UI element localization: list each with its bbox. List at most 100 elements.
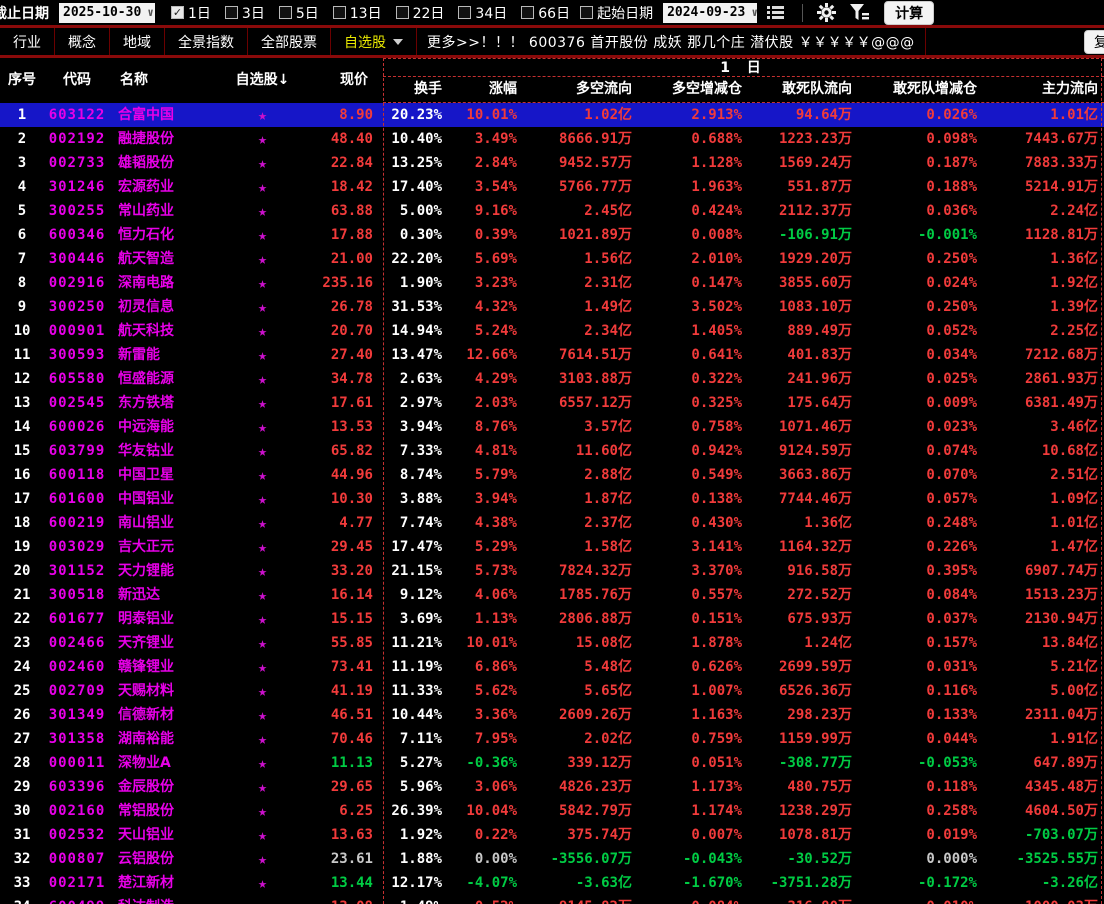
calculate-button[interactable]: 计算	[884, 0, 935, 25]
table-row[interactable]: 9 300250 初灵信息 ★ 26.78 31.53% 4.32% 1.49亿…	[0, 295, 1104, 319]
col-header-name[interactable]: 名称	[110, 58, 215, 103]
table-row[interactable]: 2 002192 融捷股份 ★ 48.40 10.40% 3.49% 8666.…	[0, 127, 1104, 151]
category-tab[interactable]: 全部股票	[248, 28, 331, 55]
watchlist-star-icon[interactable]: ★	[215, 103, 310, 127]
col-header-code[interactable]: 代码	[44, 58, 110, 103]
end-date-select[interactable]: 2025-10-30 ∨	[59, 2, 155, 23]
watchlist-star-icon[interactable]: ★	[215, 799, 310, 823]
watchlist-star-icon[interactable]: ★	[215, 439, 310, 463]
start-date-select[interactable]: 2024-09-23 ∨	[663, 2, 758, 23]
table-row[interactable]: 26 301349 信德新材 ★ 46.51 10.44% 3.36% 2609…	[0, 703, 1104, 727]
watchlist-star-icon[interactable]: ★	[215, 319, 310, 343]
col-header-turnover[interactable]: 换手	[383, 77, 448, 102]
watchlist-star-icon[interactable]: ★	[215, 559, 310, 583]
col-header-change[interactable]: 涨幅	[448, 77, 523, 102]
watchlist-star-icon[interactable]: ★	[215, 175, 310, 199]
col-header-daredevil-flow[interactable]: 敢死队流向	[748, 77, 858, 102]
table-row[interactable]: 16 600118 中国卫星 ★ 44.96 8.74% 5.79% 2.88亿…	[0, 463, 1104, 487]
col-header-daredevil-position-change[interactable]: 敢死队增减仓	[858, 77, 983, 102]
watchlist-star-icon[interactable]: ★	[215, 631, 310, 655]
clipped-right-button[interactable]: 复	[1084, 30, 1104, 54]
category-tab[interactable]: 地域	[110, 28, 165, 55]
table-row[interactable]: 22 601677 明泰铝业 ★ 15.15 3.69% 1.13% 2806.…	[0, 607, 1104, 631]
watchlist-star-icon[interactable]: ★	[215, 751, 310, 775]
table-row[interactable]: 13 002545 东方铁塔 ★ 17.61 2.97% 2.03% 6557.…	[0, 391, 1104, 415]
col-header-bullbear-flow[interactable]: 多空流向	[523, 77, 638, 102]
col-header-main-force-flow[interactable]: 主力流向	[983, 77, 1104, 102]
watchlist-star-icon[interactable]: ★	[215, 511, 310, 535]
col-header-price[interactable]: 现价	[310, 58, 378, 103]
table-row[interactable]: 1 603122 合富中国 ★ 8.90 20.23% 10.01% 1.02亿…	[0, 103, 1104, 127]
start-date-checkbox[interactable]: 起始日期	[580, 3, 653, 23]
watchlist-star-icon[interactable]: ★	[215, 703, 310, 727]
category-tab[interactable]: 全景指数	[165, 28, 248, 55]
gear-icon[interactable]	[817, 3, 837, 22]
table-row[interactable]: 33 002171 楚江新材 ★ 13.44 12.17% -4.07% -3.…	[0, 871, 1104, 895]
table-row[interactable]: 25 002709 天赐材料 ★ 41.19 11.33% 5.62% 5.65…	[0, 679, 1104, 703]
table-row[interactable]: 20 301152 天力锂能 ★ 33.20 21.15% 5.73% 7824…	[0, 559, 1104, 583]
table-row[interactable]: 30 002160 常铝股份 ★ 6.25 26.39% 10.04% 5842…	[0, 799, 1104, 823]
table-row[interactable]: 19 003029 吉大正元 ★ 29.45 17.47% 5.29% 1.58…	[0, 535, 1104, 559]
list-settings-icon[interactable]	[767, 5, 785, 20]
table-row[interactable]: 10 000901 航天科技 ★ 20.70 14.94% 5.24% 2.34…	[0, 319, 1104, 343]
watchlist-star-icon[interactable]: ★	[215, 391, 310, 415]
watchlist-star-icon[interactable]: ★	[215, 535, 310, 559]
table-row[interactable]: 34 600499 科达制造 ★ 13.08 1.49% 0.52% 9145.…	[0, 895, 1104, 904]
table-row[interactable]: 31 002532 天山铝业 ★ 13.63 1.92% 0.22% 375.7…	[0, 823, 1104, 847]
watchlist-star-icon[interactable]: ★	[215, 295, 310, 319]
table-row[interactable]: 18 600219 南山铝业 ★ 4.77 7.74% 4.38% 2.37亿 …	[0, 511, 1104, 535]
watchlist-star-icon[interactable]: ★	[215, 679, 310, 703]
period-checkbox[interactable]: 3日	[224, 3, 265, 23]
table-row[interactable]: 3 002733 雄韬股份 ★ 22.84 13.25% 2.84% 9452.…	[0, 151, 1104, 175]
watchlist-star-icon[interactable]: ★	[215, 415, 310, 439]
watchlist-star-icon[interactable]: ★	[215, 271, 310, 295]
watchlist-star-icon[interactable]: ★	[215, 367, 310, 391]
table-row[interactable]: 23 002466 天齐锂业 ★ 55.85 11.21% 10.01% 15.…	[0, 631, 1104, 655]
watchlist-star-icon[interactable]: ★	[215, 823, 310, 847]
table-row[interactable]: 15 603799 华友钴业 ★ 65.82 7.33% 4.81% 11.60…	[0, 439, 1104, 463]
table-row[interactable]: 12 605580 恒盛能源 ★ 34.78 2.63% 4.29% 3103.…	[0, 367, 1104, 391]
period-checkbox[interactable]: 5日	[278, 3, 319, 23]
period-checkbox[interactable]: 13日	[332, 3, 382, 23]
table-row[interactable]: 11 300593 新雷能 ★ 27.40 13.47% 12.66% 7614…	[0, 343, 1104, 367]
category-tab[interactable]: 概念	[55, 28, 110, 55]
period-checkbox[interactable]: ✓ 1日	[171, 3, 211, 23]
col-header-index[interactable]: 序号	[0, 58, 44, 103]
watchlist-star-icon[interactable]: ★	[215, 463, 310, 487]
table-row[interactable]: 21 300518 新迅达 ★ 16.14 9.12% 4.06% 1785.7…	[0, 583, 1104, 607]
watchlist-star-icon[interactable]: ★	[215, 607, 310, 631]
watchlist-star-icon[interactable]: ★	[215, 223, 310, 247]
category-tab[interactable]: 行业	[0, 28, 55, 55]
period-checkbox[interactable]: 66日	[521, 3, 570, 23]
period-checkbox[interactable]: 22日	[395, 3, 444, 23]
table-row[interactable]: 28 000011 深物业A ★ 11.13 5.27% -0.36% 339.…	[0, 751, 1104, 775]
watchlist-star-icon[interactable]: ★	[215, 247, 310, 271]
table-row[interactable]: 7 300446 航天智造 ★ 21.00 22.20% 5.69% 1.56亿…	[0, 247, 1104, 271]
watchlist-star-icon[interactable]: ★	[215, 847, 310, 871]
watchlist-star-icon[interactable]: ★	[215, 895, 310, 904]
watchlist-star-icon[interactable]: ★	[215, 487, 310, 511]
table-row[interactable]: 24 002460 赣锋锂业 ★ 73.41 11.19% 6.86% 5.48…	[0, 655, 1104, 679]
col-header-watchlist-sort[interactable]: 自选股↓	[215, 58, 310, 103]
table-row[interactable]: 14 600026 中远海能 ★ 13.53 3.94% 8.76% 3.57亿…	[0, 415, 1104, 439]
watchlist-star-icon[interactable]: ★	[215, 655, 310, 679]
watchlist-star-icon[interactable]: ★	[215, 151, 310, 175]
watchlist-star-icon[interactable]: ★	[215, 127, 310, 151]
filter-icon[interactable]	[850, 4, 870, 21]
period-checkbox[interactable]: 34日	[458, 3, 507, 23]
table-row[interactable]: 4 301246 宏源药业 ★ 18.42 17.40% 3.54% 5766.…	[0, 175, 1104, 199]
watchlist-star-icon[interactable]: ★	[215, 343, 310, 367]
watchlist-star-icon[interactable]: ★	[215, 199, 310, 223]
col-header-bullbear-position-change[interactable]: 多空增减仓	[638, 77, 748, 102]
table-row[interactable]: 6 600346 恒力石化 ★ 17.88 0.30% 0.39% 1021.8…	[0, 223, 1104, 247]
watchlist-star-icon[interactable]: ★	[215, 775, 310, 799]
watchlist-star-icon[interactable]: ★	[215, 727, 310, 751]
table-row[interactable]: 8 002916 深南电路 ★ 235.16 1.90% 3.23% 2.31亿…	[0, 271, 1104, 295]
watchlist-star-icon[interactable]: ★	[215, 871, 310, 895]
table-row[interactable]: 29 603396 金辰股份 ★ 29.65 5.96% 3.06% 4826.…	[0, 775, 1104, 799]
category-tab[interactable]: 自选股	[331, 28, 417, 55]
table-row[interactable]: 5 300255 常山药业 ★ 63.88 5.00% 9.16% 2.45亿 …	[0, 199, 1104, 223]
table-row[interactable]: 27 301358 湖南裕能 ★ 70.46 7.11% 7.95% 2.02亿…	[0, 727, 1104, 751]
table-row[interactable]: 32 000807 云铝股份 ★ 23.61 1.88% 0.00% -3556…	[0, 847, 1104, 871]
table-row[interactable]: 17 601600 中国铝业 ★ 10.30 3.88% 3.94% 1.87亿…	[0, 487, 1104, 511]
